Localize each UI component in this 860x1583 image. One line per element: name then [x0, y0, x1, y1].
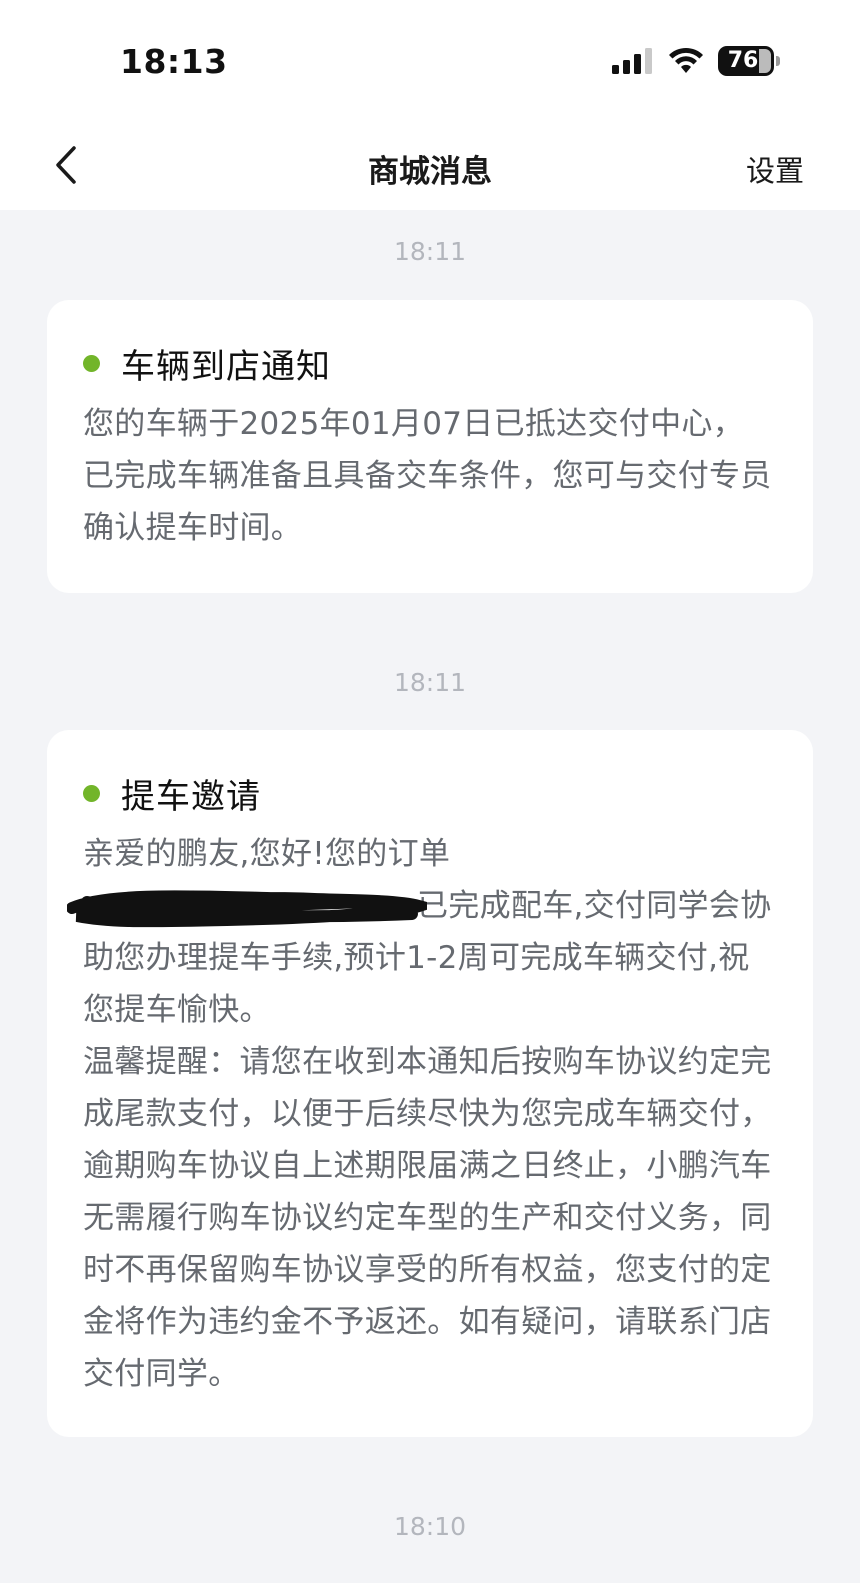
header: 18:13 76 商城消息 设置	[0, 0, 860, 210]
message-card-pickup-invitation[interactable]: 提车邀请 亲爱的鹏友,您好!您的订单 已完成配车,交付同学会协助您办理提车手续,…	[47, 730, 813, 1437]
message-body: 您的车辆于2025年01月07日已抵达交付中心，已完成车辆准备且具备交车条件，您…	[83, 406, 772, 546]
message-body: 亲爱的鹏友,您好!您的订单 已完成配车,交付同学会协助您办理提车手续,预计1-2…	[67, 828, 773, 1400]
battery-level: 76	[727, 48, 759, 73]
page-title: 商城消息	[368, 154, 492, 190]
status-icons: 76	[612, 46, 780, 76]
message-greeting: 亲爱的鹏友,您好!您的订单	[83, 836, 451, 872]
unread-dot	[83, 784, 100, 802]
message-timestamp: 18:11	[393, 668, 467, 697]
unread-dot	[83, 354, 100, 372]
message-timestamp: 18:10	[393, 1512, 467, 1541]
message-card-arrival[interactable]: 车辆到店通知 您的车辆于2025年01月07日已抵达交付中心，已完成车辆准备且具…	[47, 300, 813, 593]
cellular-signal-icon	[612, 48, 652, 74]
status-time: 18:13	[120, 42, 228, 81]
message-reminder: 温馨提醒：请您在收到本通知后按购车协议约定完成尾款支付，以便于后续尽快为您完成车…	[83, 1044, 772, 1392]
battery-icon: 76	[718, 46, 774, 76]
redacted-order-number	[67, 888, 427, 928]
battery-tip	[776, 56, 780, 66]
wifi-icon	[669, 47, 703, 73]
message-order-status: 已完成配车,交付同学会协助您办理提车手续,预计1-2周可完成车辆交付,祝您提车愉…	[67, 880, 773, 1036]
message-timestamp: 18:11	[393, 237, 467, 266]
message-title: 提车邀请	[121, 776, 261, 817]
settings-button[interactable]: 设置	[746, 148, 804, 190]
message-title: 车辆到店通知	[121, 346, 331, 387]
